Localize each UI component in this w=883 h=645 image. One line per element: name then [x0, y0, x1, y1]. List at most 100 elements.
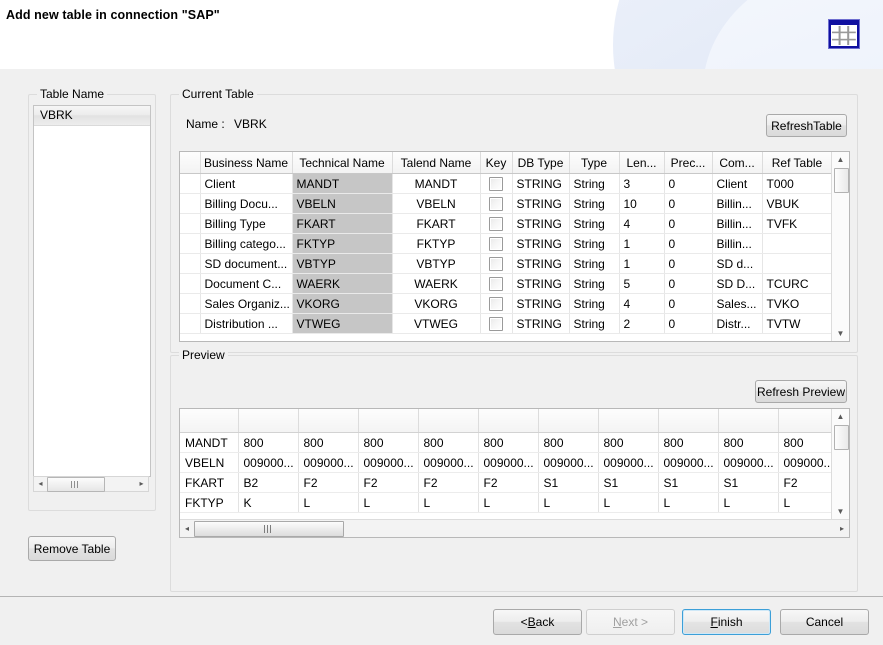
cell-type[interactable]: String [569, 294, 619, 314]
cancel-button[interactable]: Cancel [780, 609, 869, 635]
key-checkbox[interactable] [489, 237, 503, 251]
preview-cell[interactable]: L [358, 493, 418, 513]
refresh-preview-button[interactable]: Refresh Preview [755, 380, 847, 403]
preview-cell[interactable]: B2 [238, 473, 298, 493]
preview-cell[interactable]: 009000... [778, 453, 831, 473]
table-row[interactable]: Billing Docu...VBELNVBELNSTRINGString100… [180, 194, 831, 214]
list-item[interactable]: MANDT800800800800800800800800800800 [180, 433, 831, 453]
cell-ref-table[interactable]: TVFK [762, 214, 831, 234]
scroll-up-icon[interactable]: ▲ [832, 152, 849, 167]
preview-col-4[interactable] [418, 409, 478, 433]
cell-ref-table[interactable]: VBUK [762, 194, 831, 214]
preview-cell[interactable]: L [718, 493, 778, 513]
cell-business-name[interactable]: SD document... [200, 254, 292, 274]
table-name-list[interactable]: VBRK [33, 105, 151, 477]
cell-business-name[interactable]: Document C... [200, 274, 292, 294]
cell-db-type[interactable]: STRING [512, 274, 569, 294]
cell-comment[interactable]: Billin... [712, 214, 762, 234]
cell-talend-name[interactable]: VKORG [392, 294, 480, 314]
key-checkbox[interactable] [489, 257, 503, 271]
preview-cell[interactable]: L [418, 493, 478, 513]
preview-col-6[interactable] [538, 409, 598, 433]
cell-business-name[interactable]: Client [200, 174, 292, 194]
cell-key[interactable] [480, 254, 512, 274]
col-key[interactable]: Key [480, 152, 512, 174]
preview-cell[interactable]: S1 [538, 473, 598, 493]
cell-comment[interactable]: Distr... [712, 314, 762, 334]
back-button[interactable]: < Back [493, 609, 582, 635]
preview-cell[interactable]: L [538, 493, 598, 513]
preview-cell[interactable]: L [478, 493, 538, 513]
preview-cell[interactable]: 009000... [598, 453, 658, 473]
preview-cell[interactable]: 800 [658, 433, 718, 453]
preview-cell[interactable]: F2 [298, 473, 358, 493]
cell-comment[interactable]: SD d... [712, 254, 762, 274]
vscroll-thumb[interactable] [834, 168, 849, 193]
preview-cell[interactable]: 009000... [658, 453, 718, 473]
preview-cell[interactable]: S1 [598, 473, 658, 493]
preview-cell[interactable]: 800 [598, 433, 658, 453]
key-checkbox[interactable] [489, 277, 503, 291]
preview-col-7[interactable] [598, 409, 658, 433]
preview-cell[interactable]: 009000... [358, 453, 418, 473]
schema-vscrollbar[interactable]: ▲ ▼ [831, 152, 849, 341]
list-item[interactable]: FKARTB2F2F2F2F2S1S1S1S1F2 [180, 473, 831, 493]
cell-precision[interactable]: 0 [664, 254, 712, 274]
preview-hscrollbar[interactable]: ◂ ▸ [180, 519, 849, 537]
hscroll-track[interactable] [47, 477, 135, 491]
preview-cell[interactable]: 800 [298, 433, 358, 453]
list-item[interactable]: FKTYPKLLLLLLLLL [180, 493, 831, 513]
preview-cell[interactable]: L [778, 493, 831, 513]
scroll-up-icon[interactable]: ▲ [832, 409, 849, 424]
cell-comment[interactable]: Billin... [712, 234, 762, 254]
cell-length[interactable]: 1 [619, 254, 664, 274]
cell-length[interactable]: 3 [619, 174, 664, 194]
cell-talend-name[interactable]: MANDT [392, 174, 480, 194]
finish-button[interactable]: Finish [682, 609, 771, 635]
preview-cell[interactable]: F2 [358, 473, 418, 493]
preview-cell[interactable]: 800 [358, 433, 418, 453]
cell-talend-name[interactable]: VTWEG [392, 314, 480, 334]
cell-technical-name[interactable]: FKTYP [292, 234, 392, 254]
preview-cell[interactable]: 009000... [718, 453, 778, 473]
cell-business-name[interactable]: Sales Organiz... [200, 294, 292, 314]
table-row[interactable]: Sales Organiz...VKORGVKORGSTRINGString40… [180, 294, 831, 314]
cell-length[interactable]: 4 [619, 214, 664, 234]
cell-precision[interactable]: 0 [664, 174, 712, 194]
cell-length[interactable]: 4 [619, 294, 664, 314]
cell-business-name[interactable]: Distribution ... [200, 314, 292, 334]
cell-technical-name[interactable]: VKORG [292, 294, 392, 314]
cell-type[interactable]: String [569, 254, 619, 274]
cell-comment[interactable]: SD D... [712, 274, 762, 294]
table-row[interactable]: Billing TypeFKARTFKARTSTRINGString40Bill… [180, 214, 831, 234]
table-list-hscrollbar[interactable]: ◂ ▸ [33, 476, 149, 492]
preview-cell[interactable]: 800 [538, 433, 598, 453]
scroll-left-icon[interactable]: ◂ [180, 524, 194, 533]
key-checkbox[interactable] [489, 217, 503, 231]
preview-cell[interactable]: 009000... [418, 453, 478, 473]
preview-cell[interactable]: 009000... [238, 453, 298, 473]
preview-col-9[interactable] [718, 409, 778, 433]
cell-technical-name[interactable]: VTWEG [292, 314, 392, 334]
col-index[interactable] [180, 152, 200, 174]
cell-length[interactable]: 10 [619, 194, 664, 214]
cell-length[interactable]: 1 [619, 234, 664, 254]
cell-db-type[interactable]: STRING [512, 194, 569, 214]
cell-type[interactable]: String [569, 234, 619, 254]
cell-technical-name[interactable]: WAERK [292, 274, 392, 294]
preview-col-10[interactable] [778, 409, 831, 433]
cell-technical-name[interactable]: MANDT [292, 174, 392, 194]
scroll-left-icon[interactable]: ◂ [34, 477, 47, 491]
scroll-down-icon[interactable]: ▼ [832, 326, 849, 341]
scroll-right-icon[interactable]: ▸ [835, 524, 849, 533]
table-row[interactable]: SD document...VBTYPVBTYPSTRINGString10SD… [180, 254, 831, 274]
preview-col-2[interactable] [298, 409, 358, 433]
preview-cell[interactable]: L [598, 493, 658, 513]
cell-precision[interactable]: 0 [664, 214, 712, 234]
cell-talend-name[interactable]: FKART [392, 214, 480, 234]
cell-ref-table[interactable]: TVKO [762, 294, 831, 314]
cell-precision[interactable]: 0 [664, 294, 712, 314]
cell-business-name[interactable]: Billing Docu... [200, 194, 292, 214]
hscroll-thumb[interactable] [47, 477, 105, 492]
list-item[interactable]: VBRK [34, 106, 150, 126]
